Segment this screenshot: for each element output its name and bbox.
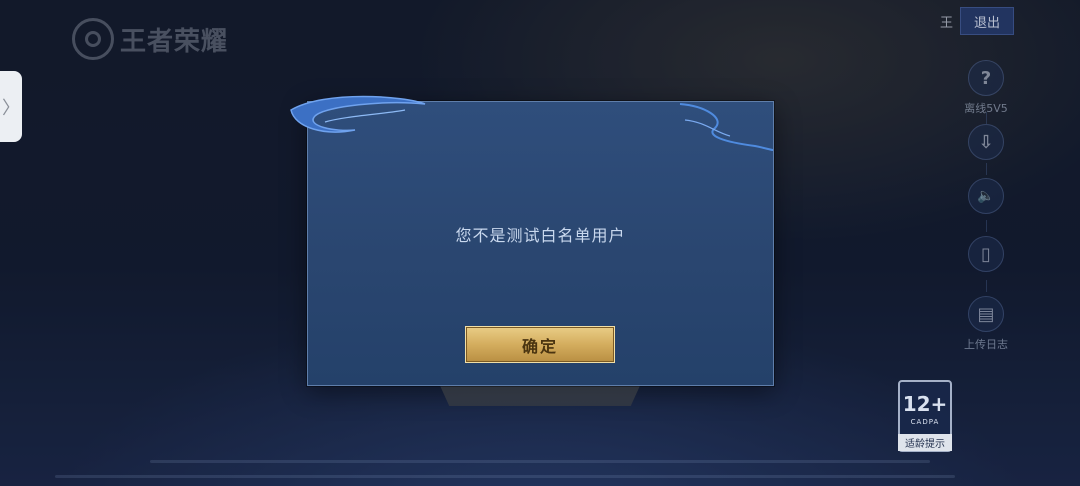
side-drawer-tab[interactable]: 〉 [0,71,22,142]
offline-5v5-button[interactable]: ? 离线5V5 [961,60,1011,116]
dialog-message: 您不是测试白名单用户 [455,226,626,245]
user-name: 王 [940,16,954,31]
menu-divider [986,220,987,232]
alert-dialog: 您不是测试白名单用户 确定 [307,101,774,386]
menu-divider [986,280,987,292]
confirm-button[interactable]: 确定 [465,326,615,363]
question-icon: ? [968,60,1004,96]
age-rating-org: CADPA [910,418,940,426]
sound-toggle-button[interactable]: 🔈 [961,178,1011,214]
menu-divider [986,163,987,175]
age-rating-hint: 适龄提示 [898,434,952,451]
upload-log-label: 上传日志 [964,338,1008,351]
clipboard-icon: ▤ [968,296,1004,332]
logout-button[interactable]: 退出 [960,7,1014,35]
phone-repair-icon: ▯ [968,236,1004,272]
speaker-icon: 🔈 [968,178,1004,214]
logo-emblem-icon [72,18,114,60]
logo-text: 王者荣耀 [120,26,229,57]
game-logo: 王者荣耀 [72,18,228,60]
chevron-right-icon: 〉 [2,97,20,119]
upload-log-button[interactable]: ▤ 上传日志 [961,296,1011,352]
footer-text-faded [150,460,930,463]
download-icon: ⇩ [968,124,1004,160]
download-button[interactable]: ⇩ [961,124,1011,160]
menu-divider [986,112,987,124]
age-rating-badge[interactable]: 12+ CADPA 适龄提示 [898,380,952,452]
repair-button[interactable]: ▯ [961,236,1011,272]
age-rating-number: 12+ [902,392,948,416]
footer-text-faded [55,475,955,478]
